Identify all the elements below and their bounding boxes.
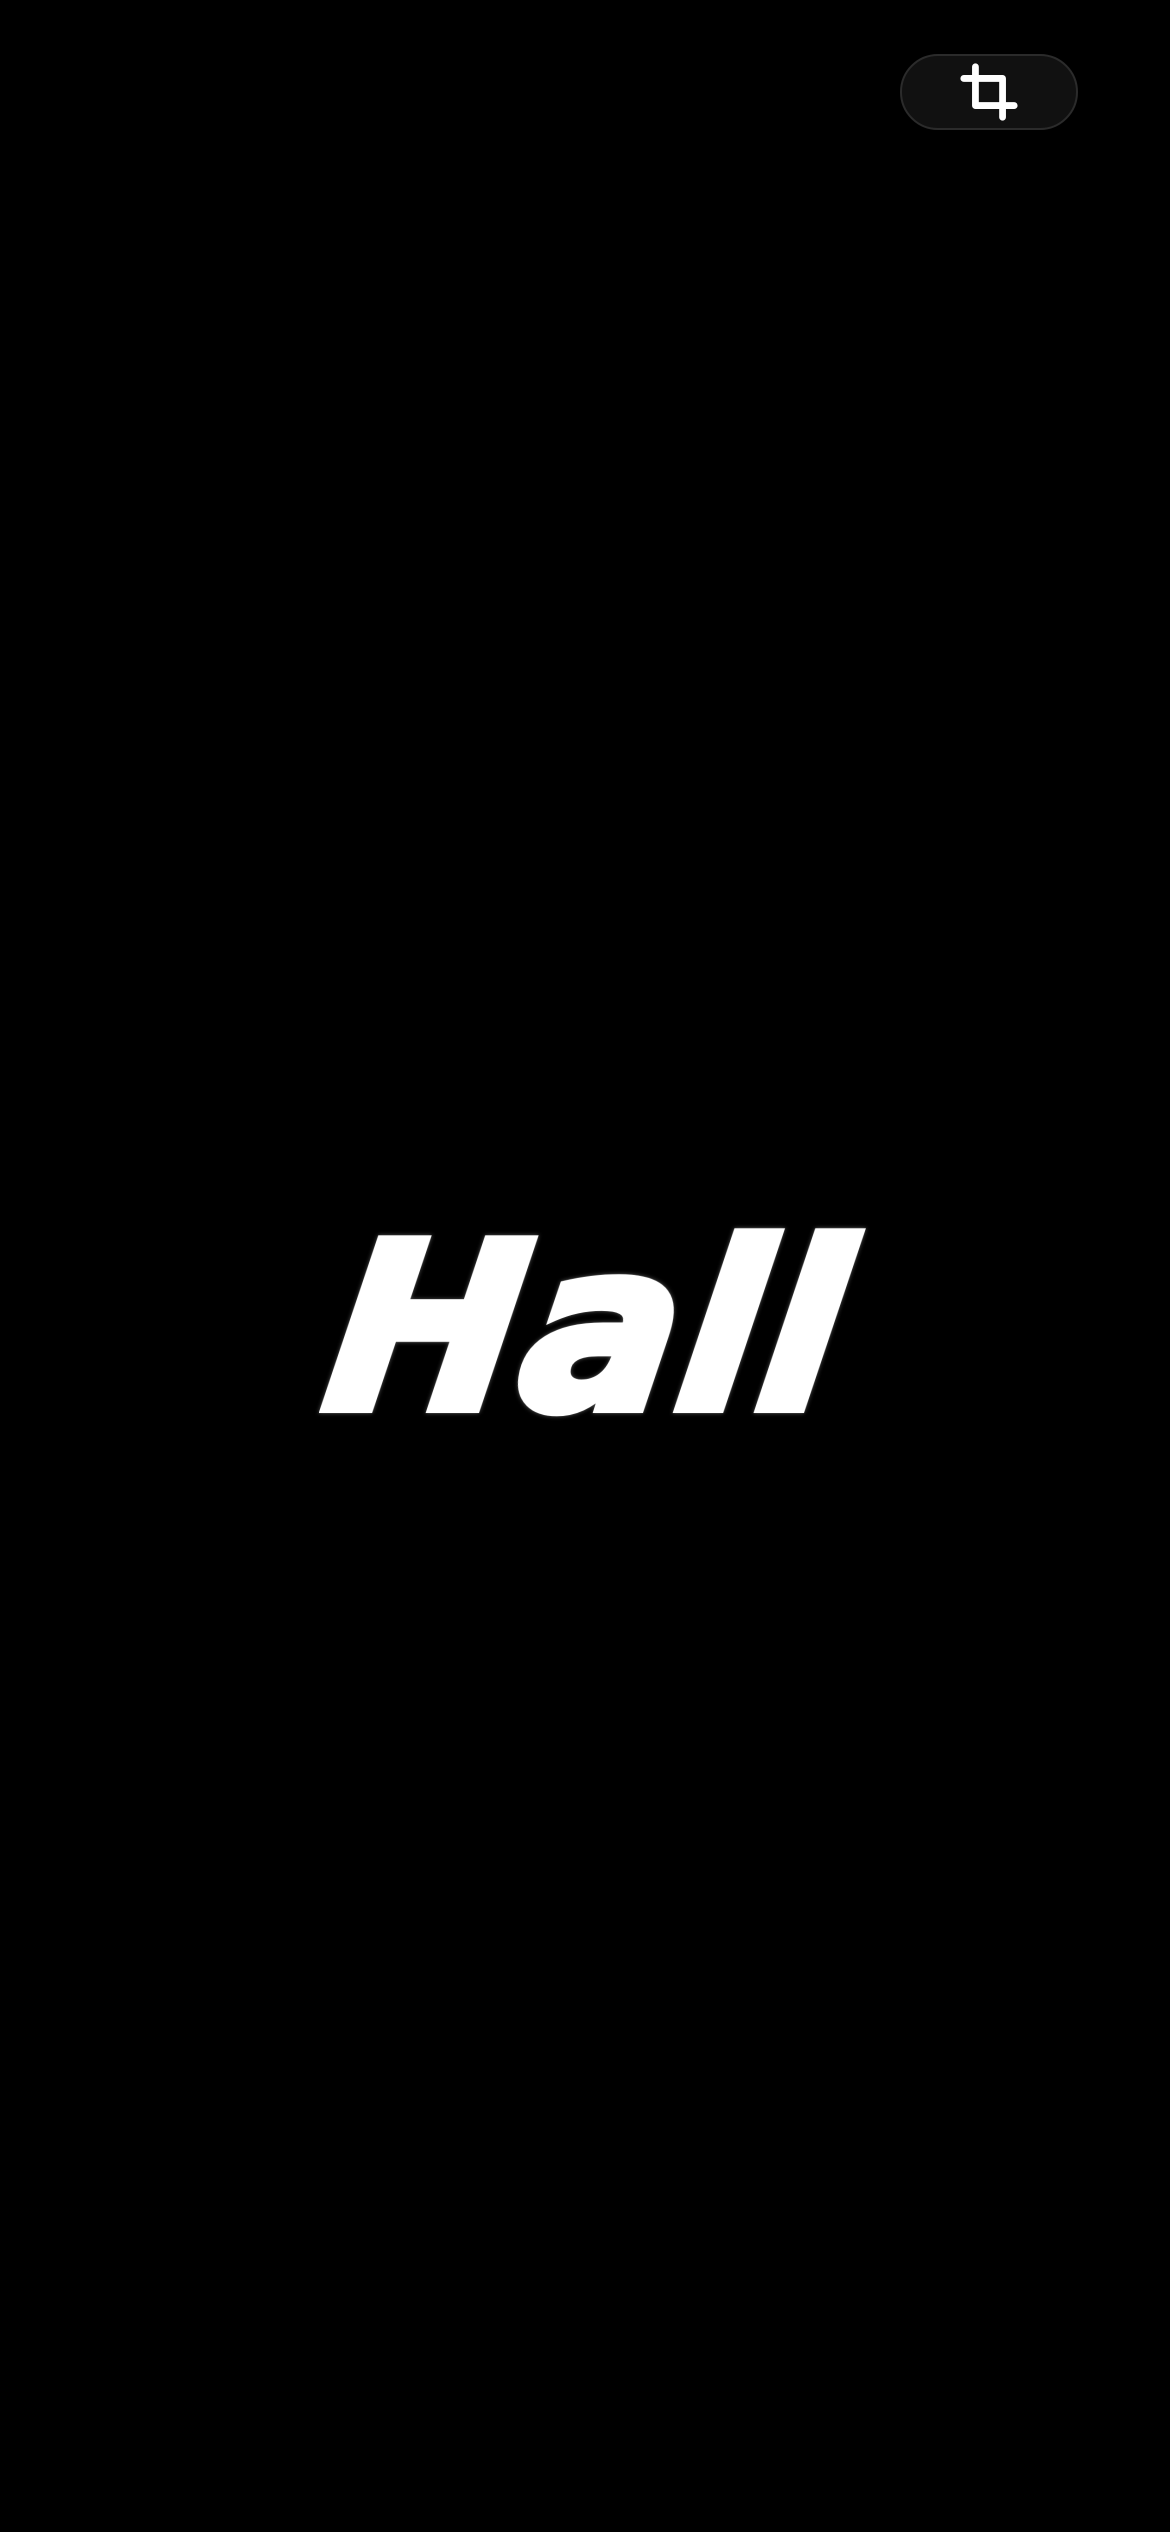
crop-icon — [958, 61, 1020, 123]
main-title: Hall — [308, 1191, 869, 1468]
main-text-container: Hall — [290, 1180, 890, 1468]
image-screen: Hall — [0, 0, 1170, 2532]
crop-button[interactable] — [900, 54, 1078, 130]
